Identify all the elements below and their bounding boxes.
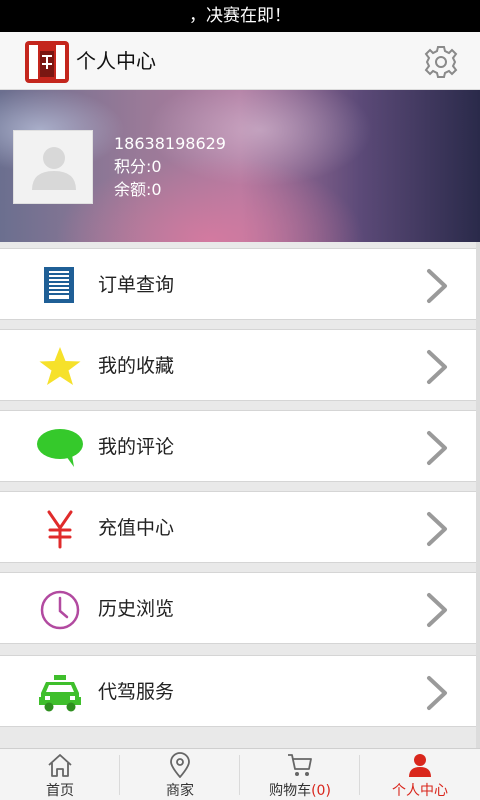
menu-item-favorites[interactable]: 我的收藏 xyxy=(0,329,476,401)
title-bar: 个人中心 xyxy=(0,32,480,90)
bottom-tab-bar: 首页 商家 购物车(0) 个人中心 xyxy=(0,748,480,800)
profile-banner: 18638198629 积分:0 余额:0 xyxy=(0,90,480,242)
user-balance: 余额:0 xyxy=(114,180,162,199)
avatar[interactable] xyxy=(13,130,93,204)
user-avatar-placeholder-icon xyxy=(32,147,76,190)
user-info: 18638198629 积分:0 余额:0 xyxy=(114,132,226,201)
status-bar: ，决赛在即！ xyxy=(0,0,480,32)
menu-item-label: 历史浏览 xyxy=(98,598,175,620)
menu-item-driver-service[interactable]: 代驾服务 xyxy=(0,655,476,727)
tab-merchants[interactable]: 商家 xyxy=(120,749,240,800)
menu-item-orders[interactable]: 订单查询 xyxy=(0,248,476,320)
settings-button[interactable] xyxy=(420,42,462,82)
tab-label: 商家 xyxy=(166,783,194,799)
page-title: 个人中心 xyxy=(76,49,156,73)
menu-item-history[interactable]: 历史浏览 xyxy=(0,572,476,644)
menu-item-comments[interactable]: 我的评论 xyxy=(0,410,476,482)
menu-item-label: 我的评论 xyxy=(98,436,175,458)
chevron-right-icon xyxy=(424,268,450,304)
cart-icon xyxy=(287,752,313,778)
tab-label-text: 购物车 xyxy=(269,783,312,799)
location-pin-icon xyxy=(167,752,193,779)
chevron-right-icon xyxy=(424,430,450,466)
person-icon xyxy=(407,752,433,778)
gear-icon xyxy=(424,46,458,78)
menu-item-label: 我的收藏 xyxy=(98,355,175,377)
chevron-right-icon xyxy=(424,592,450,628)
tab-profile[interactable]: 个人中心 xyxy=(360,749,480,800)
taxi-icon xyxy=(36,672,84,714)
star-icon xyxy=(36,346,84,388)
menu-item-label: 订单查询 xyxy=(98,274,175,296)
cart-count-badge: (0) xyxy=(311,783,331,799)
tab-label: 首页 xyxy=(46,783,74,799)
chevron-right-icon xyxy=(424,349,450,385)
speech-bubble-icon xyxy=(36,427,84,469)
menu-item-label: 充值中心 xyxy=(98,517,175,539)
status-bar-text: ，决赛在即！ xyxy=(189,6,291,26)
tab-label: 购物车(0) xyxy=(240,780,360,800)
yen-icon xyxy=(36,508,84,550)
user-points: 积分:0 xyxy=(114,157,162,176)
chevron-right-icon xyxy=(424,675,450,711)
tab-cart[interactable]: 购物车(0) xyxy=(240,749,360,800)
menu-item-label: 代驾服务 xyxy=(98,681,175,703)
user-phone: 18638198629 xyxy=(114,134,226,153)
clock-icon xyxy=(36,589,84,631)
shop-logo-icon xyxy=(25,41,69,83)
tab-label: 个人中心 xyxy=(392,783,448,799)
menu-item-recharge[interactable]: 充值中心 xyxy=(0,491,476,563)
tab-home[interactable]: 首页 xyxy=(0,749,120,800)
chevron-right-icon xyxy=(424,511,450,547)
scrollbar[interactable] xyxy=(476,242,480,748)
home-icon xyxy=(47,752,73,778)
order-list-icon xyxy=(36,265,84,307)
